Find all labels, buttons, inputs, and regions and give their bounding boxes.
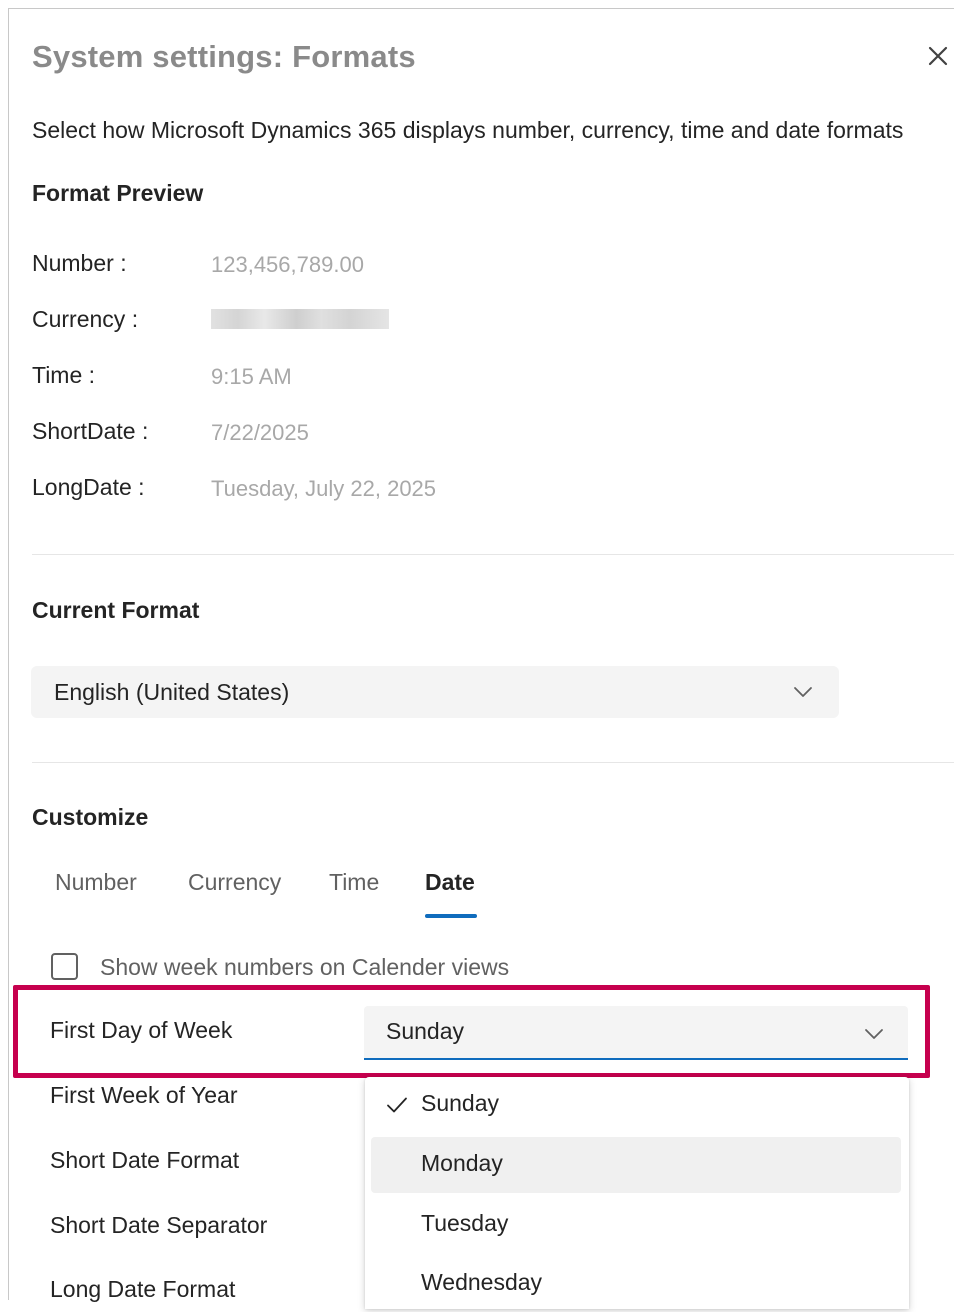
option-sunday[interactable]: Sunday: [371, 1077, 901, 1133]
option-monday[interactable]: Monday: [371, 1137, 901, 1193]
chevron-down-icon: [865, 1029, 883, 1039]
first-day-of-week-label: First Day of Week: [50, 1017, 233, 1043]
active-tab-indicator: [425, 914, 477, 918]
preview-time-value: 9:15 AM: [211, 364, 292, 389]
short-date-format-label: Short Date Format: [50, 1147, 240, 1173]
first-day-of-week-value: Sunday: [386, 1018, 465, 1044]
dialog-description: Select how Microsoft Dynamics 365 displa…: [32, 117, 904, 143]
preview-longdate-value: Tuesday, July 22, 2025: [211, 476, 437, 501]
preview-currency-label: Currency :: [32, 306, 139, 332]
option-label: Monday: [421, 1150, 503, 1176]
week-numbers-checkbox[interactable]: [51, 953, 78, 980]
long-date-format-label: Long Date Format: [50, 1276, 236, 1302]
preview-shortdate-label: ShortDate :: [32, 418, 149, 444]
option-tuesday[interactable]: Tuesday: [371, 1197, 901, 1253]
format-preview-heading: Format Preview: [32, 180, 204, 206]
option-label: Sunday: [421, 1090, 500, 1116]
tab-date[interactable]: Date: [425, 869, 475, 896]
checkmark-icon: [387, 1097, 407, 1113]
close-icon: [928, 46, 948, 66]
tab-number[interactable]: Number: [55, 869, 137, 896]
chevron-down-icon: [794, 687, 812, 697]
section-divider: [32, 762, 954, 763]
system-settings-dialog: System settings: Formats Select how Micr…: [8, 8, 954, 1309]
close-button[interactable]: [921, 39, 954, 73]
option-wednesday[interactable]: Wednesday: [371, 1256, 901, 1312]
customize-heading: Customize: [32, 804, 149, 830]
option-label: Tuesday: [421, 1210, 509, 1236]
tab-time[interactable]: Time: [329, 869, 379, 896]
option-label: Wednesday: [421, 1269, 543, 1295]
section-divider: [32, 554, 954, 555]
current-format-dropdown[interactable]: English (United States): [31, 666, 839, 718]
preview-currency-value-redacted: [211, 309, 389, 329]
current-format-value: English (United States): [54, 679, 290, 705]
short-date-separator-label: Short Date Separator: [50, 1212, 268, 1238]
preview-number-value: 123,456,789.00: [211, 252, 364, 277]
preview-shortdate-value: 7/22/2025: [211, 420, 309, 445]
tab-currency[interactable]: Currency: [188, 869, 281, 896]
preview-number-label: Number :: [32, 250, 127, 276]
preview-longdate-label: LongDate :: [32, 474, 145, 500]
preview-time-label: Time :: [32, 362, 96, 388]
week-numbers-label: Show week numbers on Calender views: [100, 954, 510, 980]
first-day-of-week-listbox: Sunday Monday Tuesday Wednesday: [365, 1077, 909, 1309]
current-format-heading: Current Format: [32, 597, 200, 623]
dialog-title: System settings: Formats: [32, 39, 416, 74]
first-week-of-year-label: First Week of Year: [50, 1082, 238, 1108]
first-day-of-week-dropdown[interactable]: Sunday: [364, 1006, 908, 1060]
